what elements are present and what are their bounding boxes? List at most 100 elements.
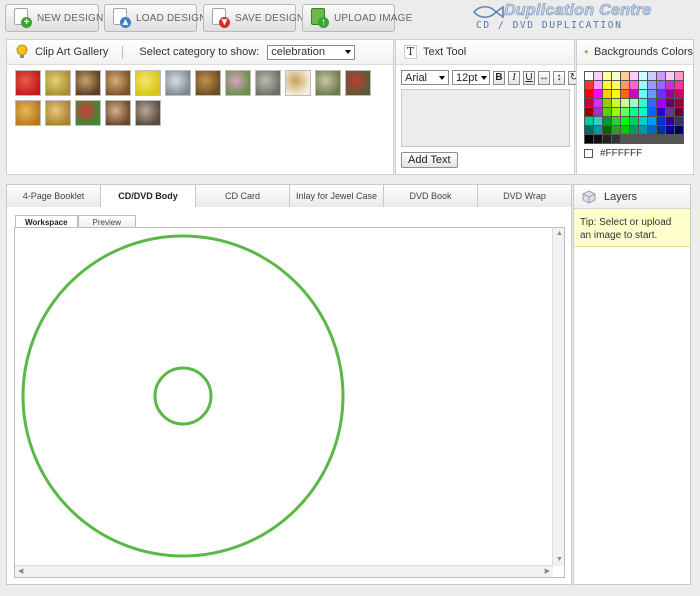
color-swatch[interactable]: [594, 81, 602, 89]
color-swatch[interactable]: [621, 81, 629, 89]
color-swatch[interactable]: [639, 72, 647, 80]
color-swatch[interactable]: [675, 108, 683, 116]
color-swatch[interactable]: [666, 81, 674, 89]
color-swatch[interactable]: [585, 135, 593, 143]
color-swatch[interactable]: [612, 90, 620, 98]
color-swatch[interactable]: [657, 90, 665, 98]
clip-art-thumbnail[interactable]: [135, 70, 161, 96]
color-swatch[interactable]: [666, 117, 674, 125]
color-swatch[interactable]: [612, 72, 620, 80]
bold-button[interactable]: B: [493, 70, 505, 85]
color-swatch[interactable]: [594, 117, 602, 125]
color-swatch[interactable]: [603, 135, 611, 143]
color-swatch[interactable]: [621, 108, 629, 116]
tab-4-page-booklet[interactable]: 4-Page Booklet: [6, 184, 101, 208]
tab-dvd-book[interactable]: DVD Book: [384, 184, 478, 208]
add-text-button[interactable]: Add Text: [401, 152, 458, 168]
color-swatch[interactable]: [648, 108, 656, 116]
color-swatch[interactable]: [639, 117, 647, 125]
color-swatch[interactable]: [630, 72, 638, 80]
color-swatch[interactable]: [666, 72, 674, 80]
color-swatch[interactable]: [630, 117, 638, 125]
clip-art-thumbnail[interactable]: [75, 70, 101, 96]
color-swatch[interactable]: [657, 72, 665, 80]
color-swatch[interactable]: [585, 108, 593, 116]
design-canvas[interactable]: ▲ ▼ ◀ ▶: [14, 227, 565, 578]
clip-art-thumbnail[interactable]: [15, 70, 41, 96]
color-swatch[interactable]: [603, 99, 611, 107]
color-swatch[interactable]: [594, 99, 602, 107]
color-swatch[interactable]: [657, 117, 665, 125]
clip-art-thumbnail[interactable]: [225, 70, 251, 96]
horizontal-scrollbar[interactable]: ◀ ▶: [15, 565, 553, 577]
color-swatch[interactable]: [675, 117, 683, 125]
color-swatch[interactable]: [657, 81, 665, 89]
color-swatch[interactable]: [675, 126, 683, 134]
clip-art-thumbnail[interactable]: [165, 70, 191, 96]
color-swatch[interactable]: [621, 72, 629, 80]
color-swatch[interactable]: [675, 99, 683, 107]
tab-inlay-jewel-case[interactable]: Inlay for Jewel Case: [290, 184, 384, 208]
color-swatch[interactable]: [621, 117, 629, 125]
color-swatch[interactable]: [594, 135, 602, 143]
color-swatch[interactable]: [621, 90, 629, 98]
clip-art-thumbnail[interactable]: [285, 70, 311, 96]
clip-art-thumbnail[interactable]: [75, 100, 101, 126]
clip-art-thumbnail[interactable]: [105, 100, 131, 126]
color-swatch[interactable]: [675, 90, 683, 98]
color-swatch[interactable]: [639, 99, 647, 107]
new-design-button[interactable]: + NEW DESIGN: [5, 4, 103, 32]
color-swatch[interactable]: [585, 72, 593, 80]
color-swatch[interactable]: [639, 81, 647, 89]
color-swatch[interactable]: [603, 72, 611, 80]
clip-art-thumbnail[interactable]: [135, 100, 161, 126]
color-swatch[interactable]: [612, 117, 620, 125]
color-swatch[interactable]: [585, 117, 593, 125]
color-swatch[interactable]: [585, 99, 593, 107]
upload-image-button[interactable]: ↑ UPLOAD IMAGE: [302, 4, 412, 32]
scroll-left-icon[interactable]: ◀: [18, 568, 23, 576]
color-swatch[interactable]: [603, 81, 611, 89]
color-swatch[interactable]: [657, 108, 665, 116]
color-swatch[interactable]: [594, 108, 602, 116]
color-swatch[interactable]: [585, 90, 593, 98]
color-swatch[interactable]: [675, 81, 683, 89]
color-swatch[interactable]: [612, 135, 620, 143]
scroll-right-icon[interactable]: ▶: [545, 568, 550, 576]
color-swatch[interactable]: [648, 72, 656, 80]
clip-art-thumbnail[interactable]: [105, 70, 131, 96]
clip-art-thumbnail[interactable]: [45, 70, 71, 96]
color-swatch[interactable]: [612, 99, 620, 107]
color-swatch[interactable]: [630, 108, 638, 116]
text-input[interactable]: [401, 89, 570, 147]
color-swatch[interactable]: [648, 90, 656, 98]
color-swatch[interactable]: [639, 90, 647, 98]
font-size-select[interactable]: 12pt: [452, 70, 490, 85]
color-swatch[interactable]: [657, 126, 665, 134]
category-select[interactable]: celebration: [267, 44, 356, 60]
italic-button[interactable]: I: [508, 70, 520, 85]
color-swatch[interactable]: [666, 90, 674, 98]
color-swatch[interactable]: [666, 126, 674, 134]
color-swatch[interactable]: [639, 126, 647, 134]
color-swatch[interactable]: [666, 108, 674, 116]
color-swatch[interactable]: [594, 126, 602, 134]
vertical-scrollbar[interactable]: ▲ ▼: [552, 228, 564, 566]
color-swatch[interactable]: [630, 90, 638, 98]
color-swatch[interactable]: [603, 126, 611, 134]
stretch-horizontal-icon[interactable]: ↔: [538, 70, 550, 85]
current-color-checkbox[interactable]: [584, 149, 593, 158]
color-swatch[interactable]: [603, 117, 611, 125]
color-swatch[interactable]: [612, 108, 620, 116]
tab-cd-card[interactable]: CD Card: [196, 184, 290, 208]
color-swatch[interactable]: [666, 99, 674, 107]
save-design-button[interactable]: ▼ SAVE DESIGN: [203, 4, 304, 32]
color-swatch[interactable]: [648, 117, 656, 125]
color-swatch[interactable]: [594, 90, 602, 98]
color-swatch[interactable]: [612, 126, 620, 134]
clip-art-thumbnail[interactable]: [15, 100, 41, 126]
font-select[interactable]: Arial: [401, 70, 449, 85]
scroll-up-icon[interactable]: ▲: [556, 230, 563, 238]
color-swatch[interactable]: [603, 90, 611, 98]
scroll-down-icon[interactable]: ▼: [556, 556, 563, 564]
